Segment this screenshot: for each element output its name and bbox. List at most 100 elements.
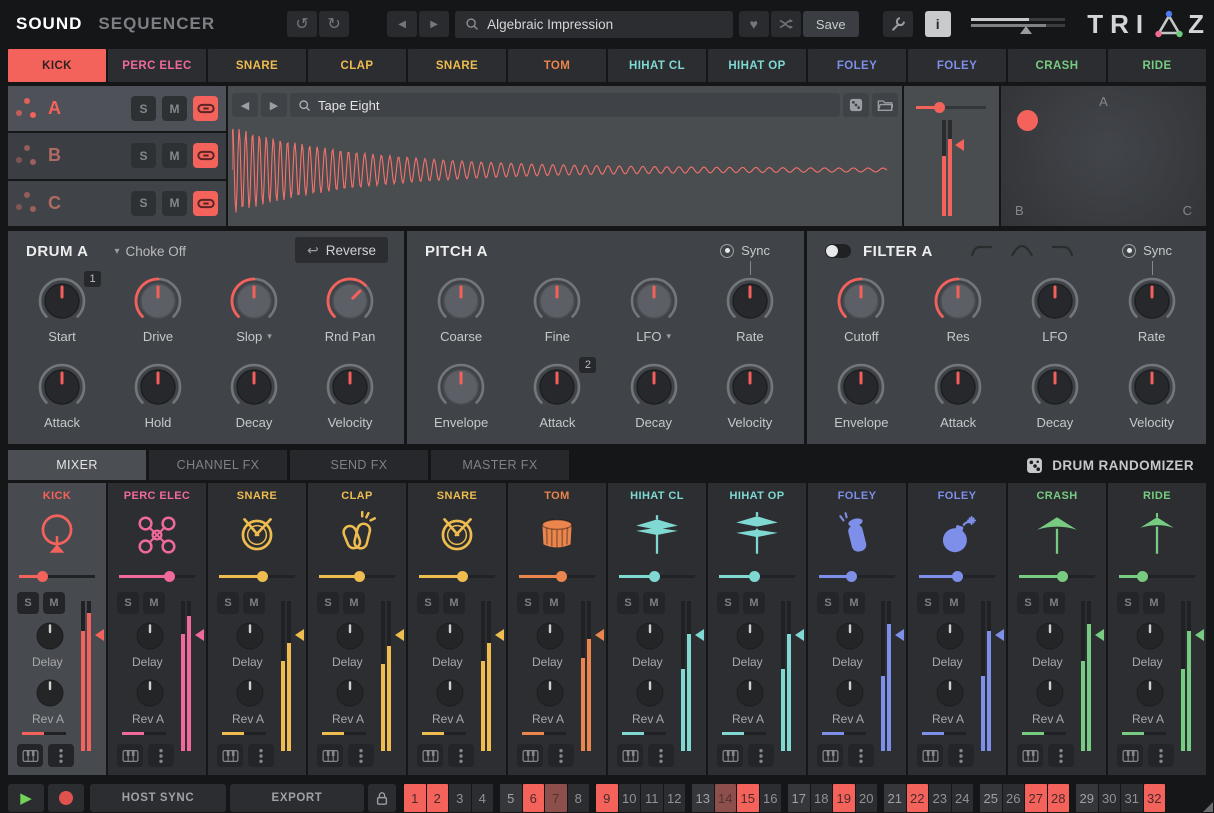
step-4[interactable]: 4	[472, 784, 494, 812]
delay-send-knob[interactable]	[1034, 620, 1066, 657]
reverb-send-knob[interactable]	[834, 677, 866, 714]
reverb-send-knob[interactable]	[234, 677, 266, 714]
layer-solo-button[interactable]: S	[131, 96, 156, 121]
pitch-attack-knob[interactable]: 2Attack	[509, 359, 605, 443]
step-12[interactable]: 12	[664, 784, 686, 812]
keyboard-button[interactable]	[817, 744, 843, 767]
drum-decay-knob[interactable]: Decay	[206, 359, 302, 443]
channel-menu-button[interactable]	[748, 744, 774, 767]
step-17[interactable]: 17	[788, 784, 810, 812]
step-23[interactable]: 23	[929, 784, 951, 812]
reverb-send-knob[interactable]	[1134, 677, 1166, 714]
reverb-send-knob[interactable]	[34, 677, 66, 714]
mute-button[interactable]: M	[43, 592, 65, 614]
track-tab-clap[interactable]: CLAP	[308, 49, 406, 82]
track-tab-tom[interactable]: TOM	[508, 49, 606, 82]
channel-strip-tom[interactable]: TOMSMDelayRev A	[508, 483, 606, 775]
channel-volume-slider[interactable]	[19, 570, 95, 582]
keyboard-button[interactable]	[917, 744, 943, 767]
keyboard-button[interactable]	[517, 744, 543, 767]
step-8[interactable]: 8	[568, 784, 590, 812]
filter-enable-toggle[interactable]	[825, 244, 851, 258]
mute-button[interactable]: M	[443, 592, 465, 614]
random-sample-button[interactable]	[843, 93, 869, 117]
track-tab-hihat-cl[interactable]: HIHAT CL	[608, 49, 706, 82]
meter-marker[interactable]	[995, 629, 1004, 641]
channel-volume-slider[interactable]	[819, 570, 895, 582]
channel-menu-button[interactable]	[548, 744, 574, 767]
solo-button[interactable]: S	[517, 592, 539, 614]
solo-button[interactable]: S	[317, 592, 339, 614]
channel-menu-button[interactable]	[448, 744, 474, 767]
layer-mute-button[interactable]: M	[162, 191, 187, 216]
channel-strip-foley[interactable]: FOLEYSMDelayRev A	[808, 483, 906, 775]
step-13[interactable]: 13	[692, 784, 714, 812]
pitch-velocity-knob[interactable]: Velocity	[702, 359, 798, 443]
pitch-decay-knob[interactable]: Decay	[606, 359, 702, 443]
mute-button[interactable]: M	[143, 592, 165, 614]
mixer-tab-mixer[interactable]: MIXER	[8, 450, 146, 480]
step-28[interactable]: 28	[1048, 784, 1070, 812]
channel-menu-button[interactable]	[248, 744, 274, 767]
preset-search-field[interactable]: Algebraic Impression	[455, 11, 733, 38]
meter-marker[interactable]	[1195, 629, 1204, 641]
play-button[interactable]: ▶	[8, 784, 44, 812]
channel-volume-slider[interactable]	[219, 570, 295, 582]
delay-send-knob[interactable]	[534, 620, 566, 657]
channel-menu-button[interactable]	[348, 744, 374, 767]
mute-button[interactable]: M	[743, 592, 765, 614]
meter-marker[interactable]	[295, 629, 304, 641]
pitch-fine-knob[interactable]: Fine	[509, 273, 605, 357]
step-15[interactable]: 15	[737, 784, 759, 812]
step-3[interactable]: 3	[449, 784, 471, 812]
pitch-coarse-knob[interactable]: Coarse	[413, 273, 509, 357]
keyboard-button[interactable]	[1117, 744, 1143, 767]
mixer-tab-channel-fx[interactable]: CHANNEL FX	[149, 450, 287, 480]
delay-send-knob[interactable]	[434, 620, 466, 657]
mute-button[interactable]: M	[543, 592, 565, 614]
solo-button[interactable]: S	[117, 592, 139, 614]
page-mode-sound[interactable]: SOUND	[16, 14, 82, 34]
filter-envelope-knob[interactable]: Envelope	[813, 359, 910, 443]
solo-button[interactable]: S	[1017, 592, 1039, 614]
channel-strip-perc-elec[interactable]: PERC ELECSMDelayRev A	[108, 483, 206, 775]
random-preset-button[interactable]	[771, 11, 801, 37]
layer-link-button[interactable]	[193, 143, 218, 168]
info-button[interactable]: i	[925, 11, 951, 37]
step-6[interactable]: 6	[523, 784, 545, 812]
mute-button[interactable]: M	[343, 592, 365, 614]
step-22[interactable]: 22	[907, 784, 929, 812]
filter-rate-knob[interactable]: Rate	[1103, 273, 1200, 357]
pitch-lfo-knob[interactable]: LFO ▾	[606, 273, 702, 357]
prev-preset-button[interactable]: ◀	[387, 11, 417, 37]
delay-send-knob[interactable]	[634, 620, 666, 657]
filter-highpass-icon[interactable]	[969, 243, 995, 259]
step-29[interactable]: 29	[1076, 784, 1098, 812]
channel-volume-slider[interactable]	[1119, 570, 1195, 582]
waveform-display[interactable]	[228, 120, 902, 226]
reverb-send-knob[interactable]	[434, 677, 466, 714]
keyboard-button[interactable]	[417, 744, 443, 767]
keyboard-button[interactable]	[317, 744, 343, 767]
step-30[interactable]: 30	[1099, 784, 1121, 812]
track-tab-foley[interactable]: FOLEY	[908, 49, 1006, 82]
meter-marker[interactable]	[1095, 629, 1104, 641]
keyboard-button[interactable]	[617, 744, 643, 767]
solo-button[interactable]: S	[717, 592, 739, 614]
channel-strip-kick[interactable]: KICKSMDelayRev A	[8, 483, 106, 775]
channel-volume-slider[interactable]	[119, 570, 195, 582]
drum-slop-knob[interactable]: Slop ▾	[206, 273, 302, 357]
delay-send-knob[interactable]	[134, 620, 166, 657]
mute-button[interactable]: M	[943, 592, 965, 614]
reverb-send-knob[interactable]	[734, 677, 766, 714]
mute-button[interactable]: M	[243, 592, 265, 614]
channel-strip-foley[interactable]: FOLEYSMDelayRev A	[908, 483, 1006, 775]
reverb-send-knob[interactable]	[1034, 677, 1066, 714]
step-16[interactable]: 16	[760, 784, 782, 812]
pitch-sync-toggle[interactable]: Sync	[720, 243, 770, 258]
channel-menu-button[interactable]	[848, 744, 874, 767]
solo-button[interactable]: S	[1117, 592, 1139, 614]
channel-volume-slider[interactable]	[419, 570, 495, 582]
delay-send-knob[interactable]	[834, 620, 866, 657]
step-20[interactable]: 20	[856, 784, 878, 812]
